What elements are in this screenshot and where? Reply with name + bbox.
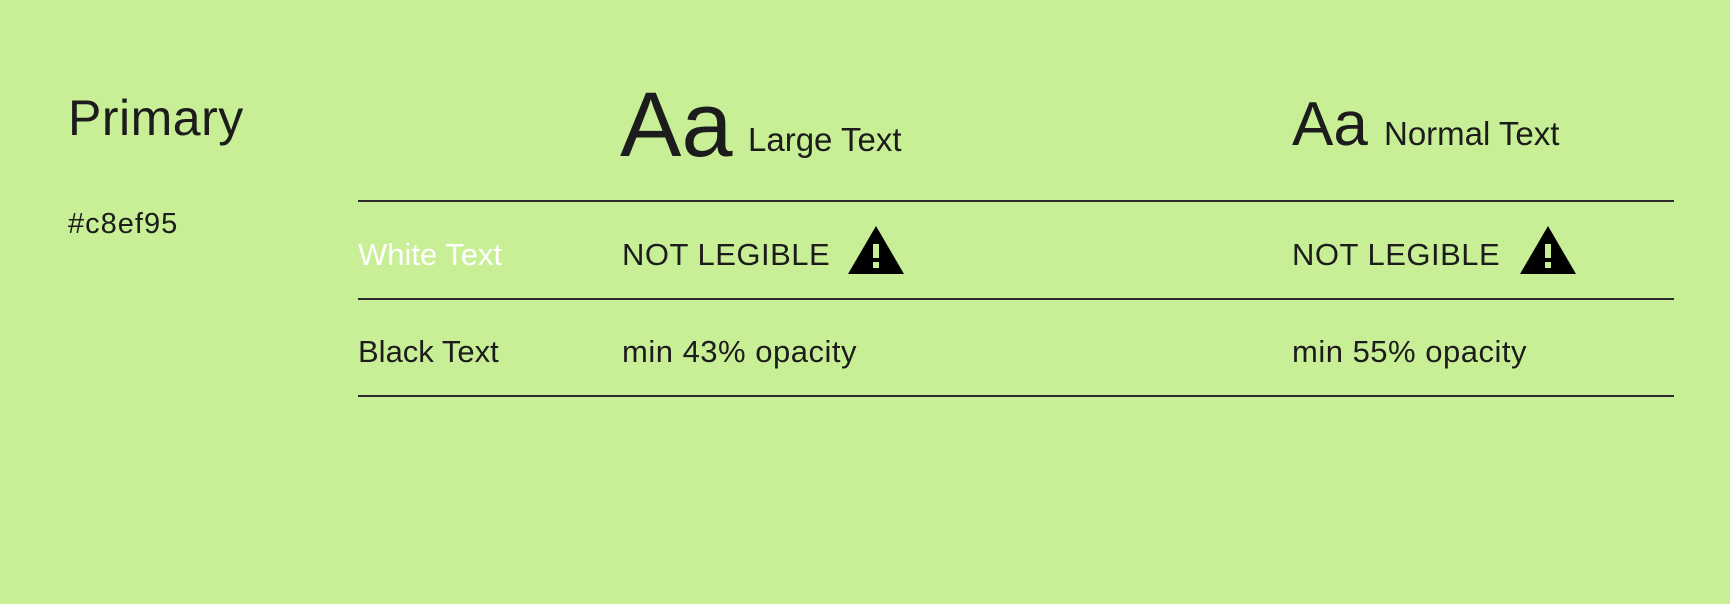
warning-icon	[846, 224, 906, 276]
table-divider	[358, 200, 1674, 202]
table-divider	[358, 298, 1674, 300]
normal-text-column-label: Normal Text	[1384, 115, 1560, 152]
black-large-text-result: min 43% opacity	[622, 334, 857, 369]
table-divider	[358, 395, 1674, 397]
color-swatch-card: Primary #c8ef95 Aa Large Text Aa Normal …	[0, 0, 1730, 604]
color-hex-value: #c8ef95	[68, 208, 179, 240]
color-name: Primary	[68, 90, 244, 146]
large-text-sample: Aa	[620, 74, 733, 176]
white-large-text-result: NOT LEGIBLE	[622, 237, 831, 272]
large-text-column-label: Large Text	[748, 121, 902, 158]
black-normal-text-result: min 55% opacity	[1292, 334, 1527, 369]
black-text-row-label: Black Text	[358, 334, 499, 369]
normal-text-sample: Aa	[1292, 90, 1368, 159]
warning-icon	[1518, 224, 1578, 276]
white-text-row-label: White Text	[358, 237, 503, 272]
white-normal-text-result: NOT LEGIBLE	[1292, 237, 1501, 272]
